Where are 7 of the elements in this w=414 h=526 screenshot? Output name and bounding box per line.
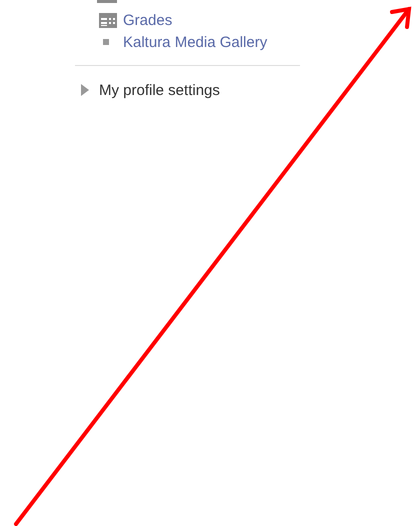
bullet-icon [103, 39, 109, 45]
icon-edge [97, 0, 117, 3]
nav-link[interactable]: Grades [123, 12, 172, 28]
section-toggle[interactable]: My profile settings [99, 82, 220, 98]
nav-link[interactable]: Kaltura Media Gallery [123, 34, 268, 50]
collapsed-triangle-icon[interactable] [81, 84, 89, 96]
table-icon [99, 12, 117, 28]
